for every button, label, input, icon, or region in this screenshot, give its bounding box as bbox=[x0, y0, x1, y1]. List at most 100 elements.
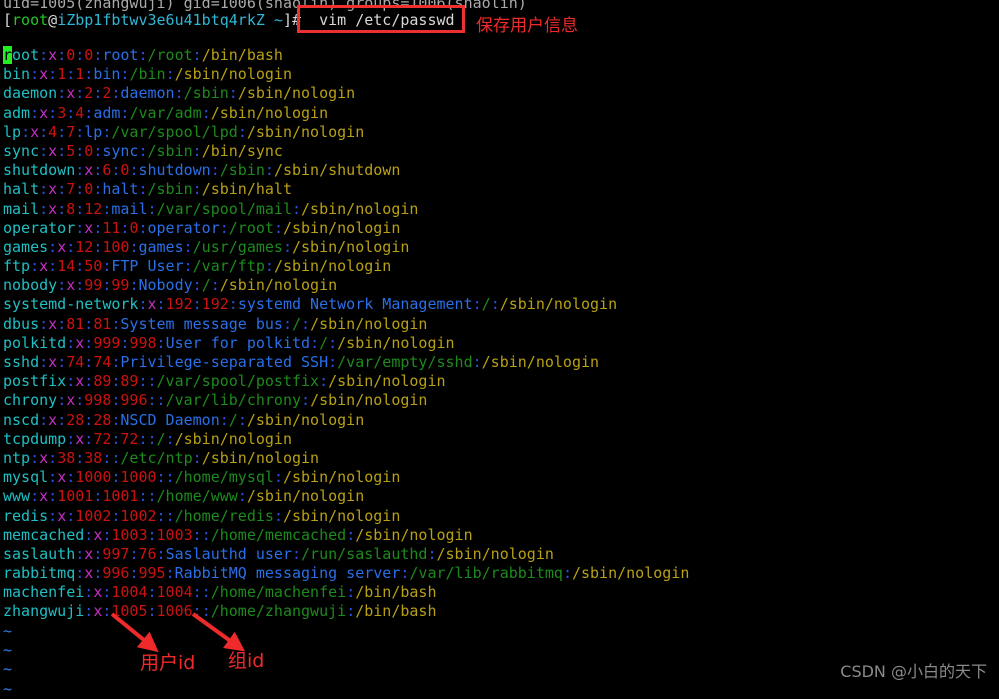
vim-tilde-marker: ~ bbox=[3, 641, 13, 660]
field-shell: /sbin/nologin bbox=[210, 103, 329, 122]
field-separator-5: : bbox=[328, 353, 338, 371]
field-separator-1: : bbox=[75, 218, 85, 237]
passwd-line[interactable]: tcpdump:x:72:72::/:/sbin/nologin bbox=[3, 430, 993, 449]
passwd-line[interactable]: mail:x:8:12:mail:/var/spool/mail:/sbin/n… bbox=[3, 200, 993, 219]
field-comment: games bbox=[138, 237, 184, 256]
field-home-dir: /sbin bbox=[219, 161, 265, 180]
field-separator-1: : bbox=[48, 506, 58, 525]
field-separator-3: : bbox=[75, 180, 85, 199]
field-username: rabbitmq bbox=[3, 564, 76, 583]
passwd-line[interactable]: memcached:x:1003:1003::/home/memcached:/… bbox=[3, 526, 993, 545]
shell-prompt-line: [root@iZbp1fbtwv3e6u41btq4rkZ ~]# vim /e… bbox=[3, 11, 455, 30]
field-password-placeholder: x bbox=[93, 525, 103, 544]
field-separator-2: : bbox=[75, 276, 85, 295]
field-separator-6: : bbox=[562, 564, 572, 583]
passwd-line[interactable]: games:x:12:100:games:/usr/games:/sbin/no… bbox=[3, 238, 993, 257]
vim-buffer[interactable]: root:x:0:0:root:/root:/bin/bash bin:x:1:1… bbox=[3, 46, 993, 622]
field-gid: 7 bbox=[66, 122, 76, 141]
field-gid: 192 bbox=[201, 295, 229, 314]
field-separator-1: : bbox=[30, 65, 40, 84]
passwd-line[interactable]: www:x:1001:1001::/home/www:/sbin/nologin bbox=[3, 487, 993, 506]
field-separator-2: : bbox=[75, 391, 85, 410]
field-home-dir: / bbox=[292, 314, 302, 333]
passwd-line[interactable]: redis:x:1002:1002::/home/redis:/sbin/nol… bbox=[3, 507, 993, 526]
field-separator-6: : bbox=[237, 487, 247, 506]
passwd-line[interactable]: chrony:x:998:996::/var/lib/chrony:/sbin/… bbox=[3, 391, 993, 410]
field-password-placeholder: x bbox=[84, 564, 94, 583]
passwd-line[interactable]: operator:x:11:0:operator:/root:/sbin/nol… bbox=[3, 219, 993, 238]
field-separator-4: : bbox=[156, 333, 166, 352]
field-shell: /sbin/nologin bbox=[310, 391, 428, 410]
field-separator-6: : bbox=[328, 333, 338, 352]
field-shell: /sbin/nologin bbox=[481, 353, 600, 371]
field-separator-5: : bbox=[138, 141, 148, 160]
field-uid: 7 bbox=[66, 180, 76, 199]
passwd-line[interactable]: root:x:0:0:root:/root:/bin/bash bbox=[3, 46, 993, 65]
passwd-line[interactable]: mysql:x:1000:1000::/home/mysql:/sbin/nol… bbox=[3, 468, 993, 487]
field-username: shutdown bbox=[3, 161, 76, 180]
field-home-dir: /bin bbox=[129, 65, 166, 84]
field-gid: 1001 bbox=[102, 487, 139, 506]
field-username: halt bbox=[3, 180, 40, 199]
passwd-line[interactable]: ftp:x:14:50:FTP User:/var/ftp:/sbin/nolo… bbox=[3, 257, 993, 276]
field-gid: 998 bbox=[129, 333, 157, 352]
passwd-line[interactable]: machenfei:x:1004:1004::/home/machenfei:/… bbox=[3, 583, 993, 602]
field-password-placeholder: x bbox=[30, 122, 40, 141]
passwd-line[interactable]: halt:x:7:0:halt:/sbin:/sbin/halt bbox=[3, 180, 993, 199]
passwd-line[interactable]: nobody:x:99:99:Nobody:/:/sbin/nologin bbox=[3, 276, 993, 295]
field-shell: /sbin/nologin bbox=[246, 122, 365, 141]
field-gid: 1003 bbox=[156, 525, 193, 544]
field-password-placeholder: x bbox=[48, 314, 58, 333]
field-gid: 89 bbox=[120, 372, 139, 391]
passwd-line[interactable]: bin:x:1:1:bin:/bin:/sbin/nologin bbox=[3, 65, 993, 84]
field-separator-2: : bbox=[57, 46, 67, 64]
field-uid: 1001 bbox=[57, 487, 94, 506]
field-comment: operator bbox=[147, 218, 220, 237]
passwd-line[interactable]: systemd-network:x:192:192:systemd Networ… bbox=[3, 295, 993, 314]
passwd-line[interactable]: lp:x:4:7:lp:/var/spool/lpd:/sbin/nologin bbox=[3, 123, 993, 142]
field-separator-4: : bbox=[138, 429, 148, 448]
field-gid: 28 bbox=[93, 410, 112, 429]
passwd-line[interactable]: polkitd:x:999:998:User for polkitd:/:/sb… bbox=[3, 334, 993, 353]
field-shell: /sbin/nologin bbox=[246, 487, 365, 506]
field-password-placeholder: x bbox=[48, 199, 58, 218]
field-separator-2: : bbox=[48, 448, 58, 467]
passwd-line[interactable]: zhangwuji:x:1005:1006::/home/zhangwuji:/… bbox=[3, 602, 993, 621]
vim-empty-line-markers: ~ ~ ~ ~ bbox=[3, 622, 12, 699]
field-password-placeholder: x bbox=[75, 372, 85, 391]
passwd-line[interactable]: shutdown:x:6:0:shutdown:/sbin:/sbin/shut… bbox=[3, 161, 993, 180]
passwd-line[interactable]: postfix:x:89:89::/var/spool/postfix:/sbi… bbox=[3, 372, 993, 391]
field-comment: Nobody bbox=[138, 276, 193, 295]
passwd-line[interactable]: daemon:x:2:2:daemon:/sbin:/sbin/nologin bbox=[3, 84, 993, 103]
passwd-line[interactable]: saslauth:x:997:76:Saslauthd user:/run/sa… bbox=[3, 545, 993, 564]
field-separator-1: : bbox=[39, 141, 49, 160]
field-separator-3: : bbox=[84, 314, 94, 333]
field-username: systemd-network bbox=[3, 295, 139, 314]
field-separator-5: : bbox=[183, 237, 193, 256]
terminal-window[interactable]: uid=1005(zhangwuji) gid=1006(shaolin) gr… bbox=[0, 0, 999, 698]
field-separator-4: : bbox=[192, 602, 202, 621]
field-separator-2: : bbox=[84, 372, 94, 391]
command-text[interactable]: vim /etc/passwd bbox=[301, 11, 454, 29]
passwd-line[interactable]: rabbitmq:x:996:995:RabbitMQ messaging se… bbox=[3, 564, 993, 583]
field-separator-3: : bbox=[84, 353, 94, 371]
field-home-dir: /home/memcached bbox=[210, 525, 347, 544]
field-shell: /sbin/shutdown bbox=[273, 161, 401, 180]
field-uid: 5 bbox=[66, 141, 76, 160]
field-separator-5: : bbox=[174, 84, 184, 103]
field-password-placeholder: x bbox=[57, 506, 67, 525]
passwd-line[interactable]: dbus:x:81:81:System message bus:/:/sbin/… bbox=[3, 315, 993, 334]
field-separator-1: : bbox=[138, 295, 148, 314]
field-username: machenfei bbox=[3, 583, 85, 602]
passwd-line[interactable]: sync:x:5:0:sync:/sbin:/bin/sync bbox=[3, 142, 993, 161]
field-separator-1: : bbox=[57, 84, 67, 103]
field-separator-6: : bbox=[264, 257, 274, 276]
field-separator-1: : bbox=[57, 391, 67, 410]
passwd-line[interactable]: nscd:x:28:28:NSCD Daemon:/:/sbin/nologin bbox=[3, 411, 993, 430]
passwd-line[interactable]: adm:x:3:4:adm:/var/adm:/sbin/nologin bbox=[3, 104, 993, 123]
passwd-line[interactable]: sshd:x:74:74:Privilege-separated SSH:/va… bbox=[3, 353, 993, 372]
field-separator-3: : bbox=[75, 257, 85, 276]
field-separator-3: : bbox=[66, 103, 76, 122]
passwd-line[interactable]: ntp:x:38:38::/etc/ntp:/sbin/nologin bbox=[3, 449, 993, 468]
field-home-dir: /sbin bbox=[147, 180, 193, 199]
